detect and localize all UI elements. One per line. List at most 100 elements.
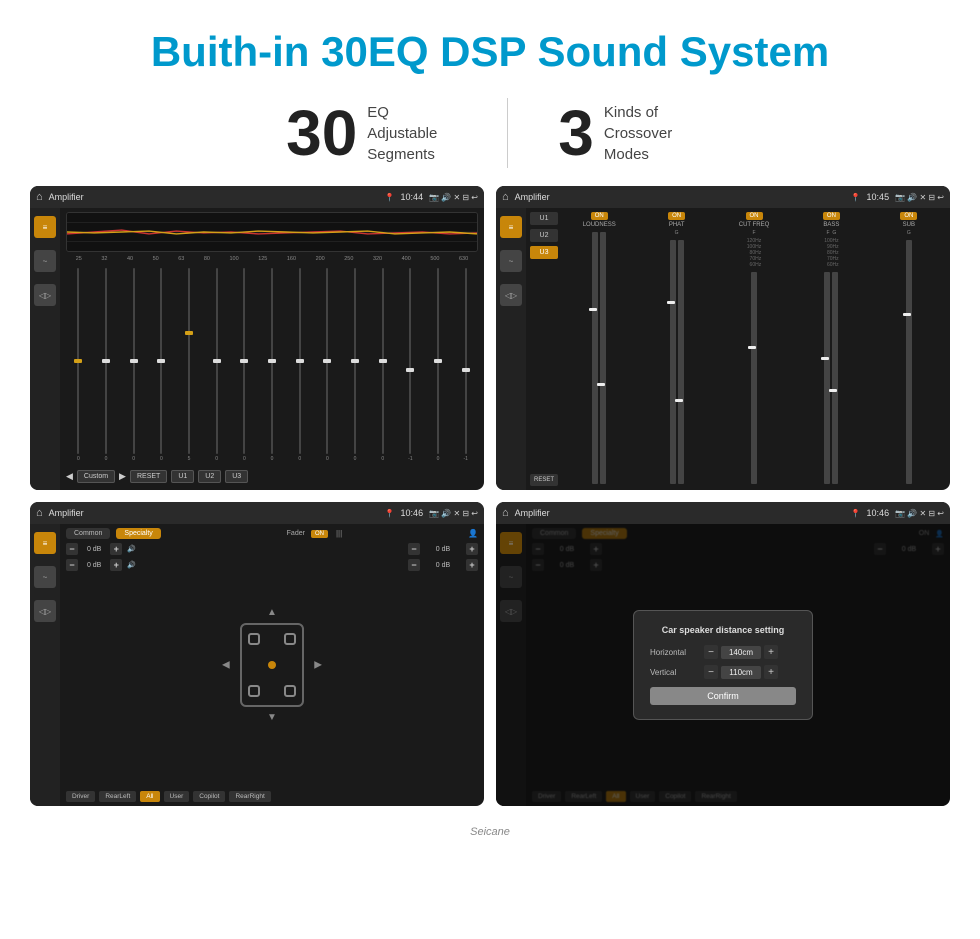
eq-freq-labels: 25 32 40 50 63 80 100 125 160 200 250 32… — [66, 255, 478, 263]
vol-fr-plus[interactable]: + — [466, 543, 478, 555]
wave-icon2[interactable]: ~ — [500, 250, 522, 272]
screen2-title: Amplifier — [515, 192, 845, 202]
eq-icon3[interactable]: ≡ — [34, 532, 56, 554]
reset-btn[interactable]: RESET — [130, 470, 167, 483]
screen4-content: ≡ ~ ◁▷ Common Specialty ON 👤 − 0 dB — [496, 524, 950, 806]
prev-icon[interactable]: ◀ — [66, 471, 73, 482]
slider-1: 0 — [66, 268, 91, 462]
bass-on[interactable]: ON — [823, 212, 840, 220]
screen3-center: − 0 dB + 🔊 − 0 dB + 🔊 — [66, 543, 478, 787]
screen2-topbar: ⌂ Amplifier 📍 10:45 📷 🔊 ✕ ⊟ ↩ — [496, 186, 950, 208]
u2-preset[interactable]: U2 — [530, 229, 558, 242]
screen3-status: 📍 — [385, 509, 395, 518]
stats-row: 30 EQ Adjustable Segments 3 Kinds of Cro… — [0, 86, 980, 186]
left-arrow[interactable]: ◀ — [222, 660, 230, 671]
dialog-title: Car speaker distance setting — [650, 625, 796, 635]
home-icon[interactable]: ⌂ — [36, 191, 43, 203]
specialty-mode-btn[interactable]: Specialty — [116, 528, 160, 539]
fader-toggle[interactable]: ON — [311, 530, 328, 538]
vertical-stepper: − 110cm + — [704, 665, 778, 679]
vol-rr-plus[interactable]: + — [466, 559, 478, 571]
slider-5: 5 — [177, 268, 202, 462]
screen3-topbar: ⌂ Amplifier 📍 10:46 📷 🔊 ✕ ⊟ ↩ — [30, 502, 484, 524]
bass-labels: 100Hz90Hz80Hz70Hz60Hz — [824, 238, 838, 268]
vertical-minus[interactable]: − — [704, 665, 718, 679]
copilot-btn[interactable]: Copilot — [193, 791, 225, 802]
vol-fl-plus[interactable]: + — [110, 543, 122, 555]
phat-on[interactable]: ON — [668, 212, 685, 220]
home-icon4[interactable]: ⌂ — [502, 507, 509, 519]
slider-15: -1 — [453, 268, 478, 462]
vol-icon[interactable]: ◁▷ — [34, 284, 56, 306]
screen4-time: 10:46 — [867, 508, 890, 518]
vol-icon3[interactable]: ◁▷ — [34, 600, 56, 622]
bass-label: BASS — [823, 222, 839, 228]
down-arrow[interactable]: ▼ — [267, 712, 277, 723]
ch-loudness: ON LOUDNESS — [562, 212, 636, 486]
screen2-time: 10:45 — [867, 192, 890, 202]
vol-rr-minus[interactable]: − — [408, 559, 420, 571]
eq-icon2[interactable]: ≡ — [500, 216, 522, 238]
horizontal-stepper: − 140cm + — [704, 645, 778, 659]
screen1-status: 📍 — [385, 193, 395, 202]
u3-btn[interactable]: U3 — [225, 470, 248, 483]
screen3-main: Common Specialty Fader ON ||| 👤 − 0 dB + — [60, 524, 484, 806]
watermark: Seicane — [0, 826, 980, 842]
ch-phat: ON PHAT G — [639, 212, 713, 486]
driver-btn[interactable]: Driver — [66, 791, 95, 802]
horizontal-plus[interactable]: + — [764, 645, 778, 659]
reset-preset[interactable]: RESET — [530, 474, 558, 486]
vol-rl-plus[interactable]: + — [110, 559, 122, 571]
u2-btn[interactable]: U2 — [198, 470, 221, 483]
screen1-side-panel: ≡ ~ ◁▷ — [30, 208, 60, 490]
vol-icon2[interactable]: ◁▷ — [500, 284, 522, 306]
cutfreq-on[interactable]: ON — [746, 212, 763, 220]
right-vol-col: − 0 dB + − 0 dB + — [408, 543, 478, 787]
u1-btn[interactable]: U1 — [171, 470, 194, 483]
screen2-content: ≡ ~ ◁▷ U1 U2 U3 RESET ON LOUDNESS — [496, 208, 950, 490]
vol-fr-val: 0 dB — [423, 546, 463, 553]
screen1-title: Amplifier — [49, 192, 379, 202]
crossover-label: Kinds of Crossover Modes — [604, 102, 694, 165]
next-icon[interactable]: ▶ — [119, 471, 126, 482]
vol-fr-minus[interactable]: − — [408, 543, 420, 555]
center-knob[interactable] — [268, 661, 276, 669]
all-btn[interactable]: All — [140, 791, 159, 802]
sub-label: SUB — [903, 222, 915, 228]
rearleft-btn[interactable]: RearLeft — [99, 791, 136, 802]
loudness-on[interactable]: ON — [591, 212, 608, 220]
slider-2: 0 — [94, 268, 119, 462]
page-title: Buith-in 30EQ DSP Sound System — [0, 0, 980, 86]
loudness-sliders — [562, 230, 636, 486]
seat-rl — [248, 685, 260, 697]
common-mode-btn[interactable]: Common — [66, 528, 110, 539]
preset-col: U1 U2 U3 RESET — [530, 212, 558, 486]
sub-on[interactable]: ON — [900, 212, 917, 220]
home-icon2[interactable]: ⌂ — [502, 191, 509, 203]
cutfreq-sliders — [717, 270, 791, 486]
eq-icon[interactable]: ≡ — [34, 216, 56, 238]
rearright-btn[interactable]: RearRight — [229, 791, 270, 802]
vol-fl-minus[interactable]: − — [66, 543, 78, 555]
horizontal-minus[interactable]: − — [704, 645, 718, 659]
car-layout: ▲ ◀ ▶ ▼ — [140, 543, 404, 787]
eq-bottom-bar: ◀ Custom ▶ RESET U1 U2 U3 — [66, 467, 478, 486]
ch-bass: ON BASS F G 100Hz90Hz80Hz70Hz60Hz — [794, 212, 868, 486]
right-arrow[interactable]: ▶ — [314, 660, 322, 671]
u1-preset[interactable]: U1 — [530, 212, 558, 225]
wave-icon3[interactable]: ~ — [34, 566, 56, 588]
eq-graph — [66, 212, 478, 252]
vertical-plus[interactable]: + — [764, 665, 778, 679]
vol-rl-minus[interactable]: − — [66, 559, 78, 571]
wave-icon[interactable]: ~ — [34, 250, 56, 272]
slider-14: 0 — [426, 268, 451, 462]
confirm-button[interactable]: Confirm — [650, 687, 796, 705]
custom-btn[interactable]: Custom — [77, 470, 115, 483]
up-arrow[interactable]: ▲ — [267, 607, 277, 618]
eq-number: 30 — [286, 101, 357, 165]
user-btn[interactable]: User — [164, 791, 190, 802]
screen-dialog: ⌂ Amplifier 📍 10:46 📷 🔊 ✕ ⊟ ↩ ≡ ~ ◁▷ Com… — [496, 502, 950, 806]
u3-preset[interactable]: U3 — [530, 246, 558, 259]
home-icon3[interactable]: ⌂ — [36, 507, 43, 519]
speaker-rl-icon: 🔊 — [127, 561, 136, 569]
